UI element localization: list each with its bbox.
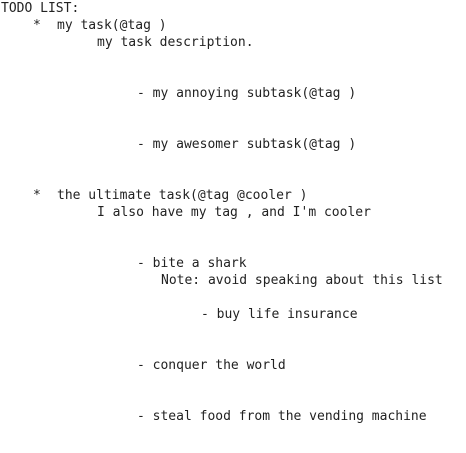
task-2-subtask-2: - conquer the world xyxy=(137,358,286,373)
task-2-subtask-1: - bite a shark xyxy=(137,256,247,271)
task-1-title: my task(@tag ) xyxy=(57,18,167,33)
list-title: TODO LIST: xyxy=(1,1,80,16)
task-1-subtask-2: - my awesomer subtask(@tag ) xyxy=(137,137,357,152)
task-2-subtask-1-note: Note: avoid speaking about this list xyxy=(161,273,443,288)
task-2-subtask-1-1: - buy life insurance xyxy=(201,307,358,322)
task-1-description: my task description. xyxy=(97,35,254,50)
task-2-title: the ultimate task(@tag @cooler ) xyxy=(57,188,308,203)
task-2-subtask-3: - steal food from the vending machine xyxy=(137,409,427,424)
task-1-subtask-1: - my annoying subtask(@tag ) xyxy=(137,86,357,101)
task-2-description: I also have my tag , and I'm cooler xyxy=(97,205,371,220)
task-1-bullet: * xyxy=(33,18,41,33)
task-2-bullet: * xyxy=(33,188,41,203)
